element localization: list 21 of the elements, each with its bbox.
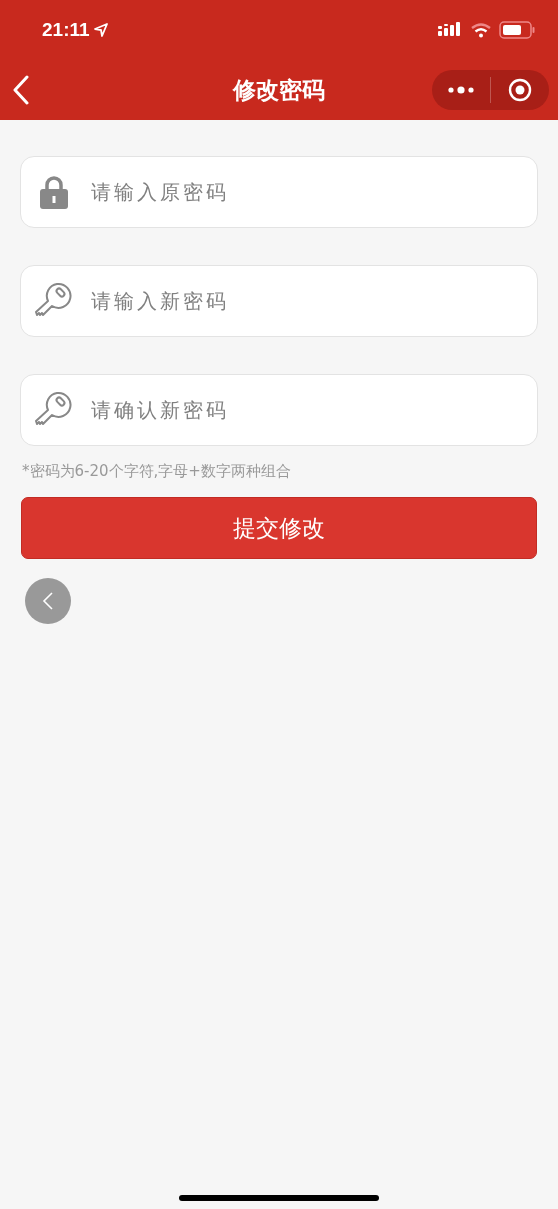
password-input[interactable]: 请确认新密码 xyxy=(89,389,521,431)
status-time: 21:11 xyxy=(42,19,90,41)
lock-icon xyxy=(39,175,69,209)
back-chevron-icon xyxy=(42,591,54,611)
submit-button[interactable]: 提交修改 xyxy=(21,497,537,559)
wifi-icon xyxy=(471,22,491,38)
signal-icon xyxy=(438,22,462,38)
password-field[interactable]: 请输入原密码 xyxy=(20,156,538,228)
password-field[interactable]: 请输入新密码 xyxy=(20,265,538,337)
back-button[interactable] xyxy=(12,75,30,105)
page-title: 修改密码 xyxy=(233,75,325,105)
password-input[interactable]: 请输入原密码 xyxy=(89,171,521,213)
password-hint: *密码为6-20个字符,字母+数字两种组合 xyxy=(22,462,292,481)
password-field[interactable]: 请确认新密码 xyxy=(20,374,538,446)
back-chevron-icon xyxy=(12,75,30,105)
battery-icon xyxy=(499,21,536,39)
more-dots-icon xyxy=(448,86,474,94)
target-circle-icon xyxy=(508,78,532,102)
password-input[interactable]: 请输入新密码 xyxy=(89,280,521,322)
back-circle-button[interactable] xyxy=(25,578,71,624)
location-arrow-icon xyxy=(93,23,108,37)
